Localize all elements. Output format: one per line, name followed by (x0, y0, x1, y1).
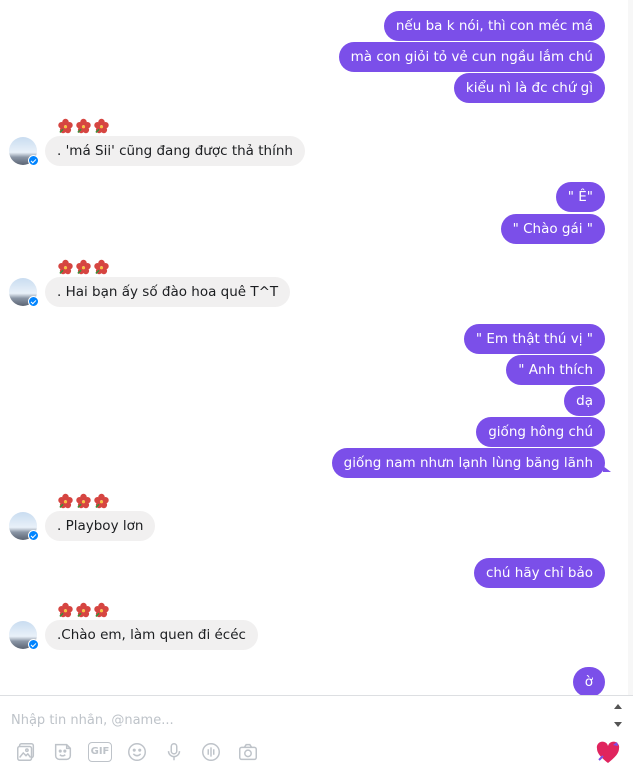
outgoing-message[interactable]: nếu ba k nói, thì con méc má (383, 11, 605, 41)
avatar[interactable] (9, 621, 39, 650)
outgoing-message[interactable]: " Ê" (555, 182, 605, 212)
message-text: dạ (576, 393, 593, 409)
message-text: giống nam nhưn lạnh lùng băng lãnh (343, 455, 593, 471)
message-text: ờ (584, 674, 593, 690)
incoming-message[interactable]: . Playboy lơn (45, 511, 156, 541)
emoji-icon[interactable] (125, 740, 149, 764)
hibiscus-flower-icon (93, 602, 110, 618)
message-text: nếu ba k nói, thì con méc má (395, 18, 593, 34)
heart-reaction-icon[interactable] (595, 740, 621, 766)
hibiscus-flower-icon (93, 493, 110, 509)
voice-clip-icon[interactable] (199, 740, 223, 764)
outgoing-message[interactable]: " Anh thích (506, 355, 605, 385)
message-text: . Hai bạn ấy số đào hoa quê T^T (57, 284, 279, 300)
outgoing-message[interactable]: " Chào gái " (500, 214, 605, 244)
message-text: " Em thật thú vị " (475, 331, 593, 347)
hibiscus-flower-icon (75, 118, 92, 134)
composer-toolbar: GIF (14, 740, 260, 764)
incoming-message[interactable]: .Chào em, làm quen đi écéc (45, 620, 258, 650)
reaction-row (57, 118, 110, 134)
outgoing-message[interactable]: dạ (564, 386, 605, 416)
messenger-badge-icon (28, 296, 39, 307)
hibiscus-flower-icon (75, 602, 92, 618)
message-text: . Playboy lơn (57, 518, 144, 534)
messenger-badge-icon (28, 639, 39, 650)
reaction-row (57, 259, 110, 275)
message-text: mà con giỏi tỏ vẻ cun ngầu lắm chú (350, 49, 593, 65)
message-text: " Ê" (567, 189, 593, 205)
hibiscus-flower-icon (75, 259, 92, 275)
message-text: chú hãy chỉ bảo (485, 565, 593, 581)
message-text: " Anh thích (518, 362, 593, 378)
gif-label: GIF (88, 742, 112, 762)
sticker-icon[interactable] (51, 740, 75, 764)
hibiscus-flower-icon (75, 493, 92, 509)
avatar[interactable] (9, 278, 39, 307)
outgoing-message[interactable]: chú hãy chỉ bảo (473, 558, 605, 588)
reaction-row (57, 602, 110, 618)
message-text: " Chào gái " (512, 221, 593, 237)
messenger-badge-icon (28, 530, 39, 541)
outgoing-message[interactable]: ờ (572, 667, 605, 697)
outgoing-message[interactable]: " Em thật thú vị " (463, 324, 605, 354)
outgoing-message[interactable]: giống nam nhưn lạnh lùng băng lãnh (331, 448, 612, 478)
message-text: giống hông chú (488, 424, 593, 440)
hibiscus-flower-icon (93, 118, 110, 134)
scrollbar-track[interactable] (628, 0, 633, 695)
incoming-message[interactable]: . 'má Sii' cũng đang được thả thính (45, 136, 305, 166)
hibiscus-flower-icon (93, 259, 110, 275)
hibiscus-flower-icon (57, 602, 74, 618)
avatar[interactable] (9, 137, 39, 166)
avatar[interactable] (9, 512, 39, 541)
outgoing-message[interactable]: kiểu nì là đc chứ gì (453, 73, 605, 103)
scroll-down-icon[interactable] (614, 722, 622, 727)
outgoing-message[interactable]: giống hông chú (476, 417, 605, 447)
input-scrollbar[interactable] (612, 700, 624, 734)
outgoing-message[interactable]: mà con giỏi tỏ vẻ cun ngầu lắm chú (338, 42, 605, 72)
message-text: kiểu nì là đc chứ gì (465, 80, 593, 96)
conversation-panel: nếu ba k nói, thì con méc má mà con giỏi… (0, 0, 633, 697)
camera-icon[interactable] (236, 740, 260, 764)
incoming-message[interactable]: . Hai bạn ấy số đào hoa quê T^T (45, 277, 291, 307)
scroll-up-icon[interactable] (614, 704, 622, 709)
hibiscus-flower-icon (57, 118, 74, 134)
reaction-row (57, 493, 110, 509)
gif-icon[interactable]: GIF (88, 740, 112, 764)
message-text: .Chào em, làm quen đi écéc (57, 627, 246, 643)
hibiscus-flower-icon (57, 259, 74, 275)
message-text: . 'má Sii' cũng đang được thả thính (57, 143, 293, 159)
photo-icon[interactable] (14, 740, 38, 764)
microphone-icon[interactable] (162, 740, 186, 764)
message-input[interactable] (9, 708, 583, 732)
message-composer: GIF (0, 695, 633, 779)
hibiscus-flower-icon (57, 493, 74, 509)
messenger-badge-icon (28, 155, 39, 166)
